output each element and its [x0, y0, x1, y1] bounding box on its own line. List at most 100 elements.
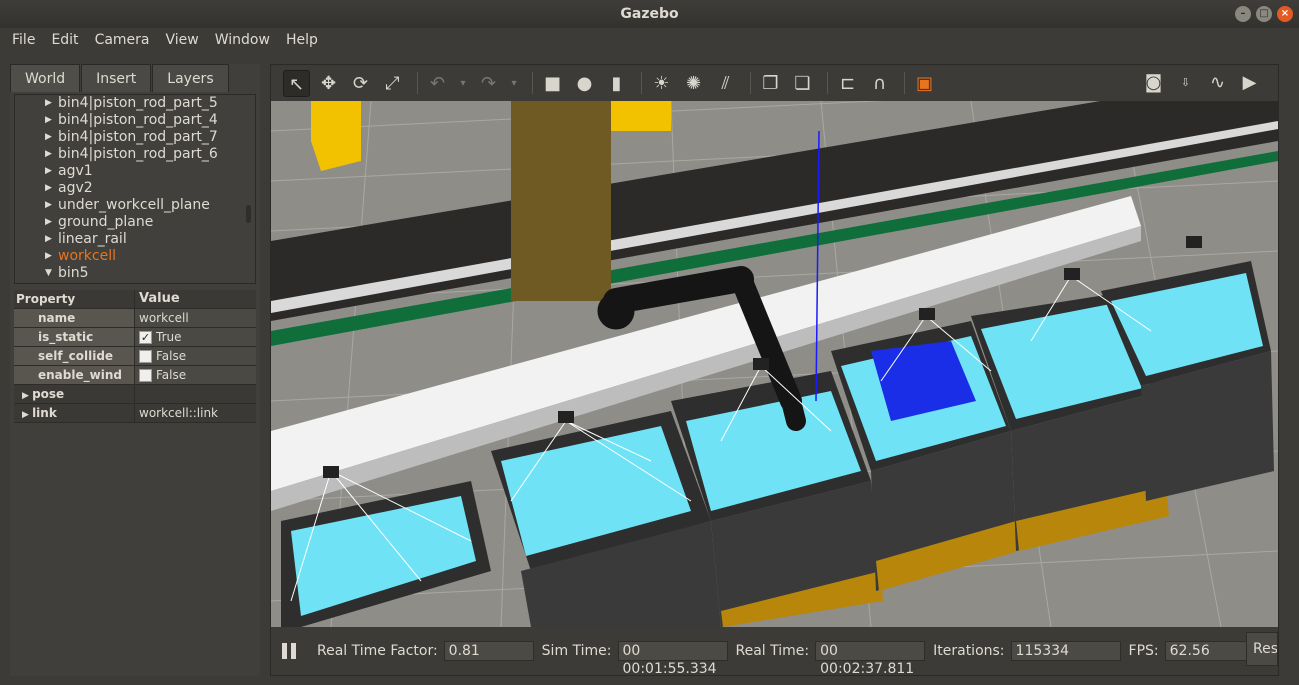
tree-item-label: bin4|piston_rod_part_7 [58, 129, 218, 145]
menu-camera[interactable]: Camera [87, 28, 158, 54]
point-light-icon[interactable]: ☀ [648, 70, 675, 97]
tree-item-label: ground_plane [58, 214, 154, 230]
expand-arrow-icon[interactable]: ▶ [45, 146, 52, 163]
toolbar-divider [532, 72, 533, 94]
tree-item[interactable]: ▶ agv1 [15, 163, 255, 180]
tree-item[interactable]: ▶ ground_plane [15, 214, 255, 231]
toolbar-divider [417, 72, 418, 94]
property-key: is_static [14, 328, 134, 346]
render-viewport: ↖ ✥ ⟳ ⤢ ↶ ▾ ↷ ▾ ■ ● ▮ ☀ ✺ ⫽ ❐ ❏ ⊏ ∩ ▣ ◙ … [270, 64, 1279, 677]
checkbox-checked-icon[interactable]: ✓ [139, 330, 152, 344]
expand-arrow-icon[interactable]: ▶ [45, 129, 52, 146]
plot-icon[interactable]: ∿ [1204, 69, 1231, 96]
toolbar-divider [750, 72, 751, 94]
tree-item[interactable]: ▶ agv2 [15, 180, 255, 197]
paste-icon[interactable]: ❏ [789, 70, 816, 97]
tab-layers[interactable]: Layers [152, 64, 229, 92]
expand-arrow-icon[interactable]: ▶ [45, 163, 52, 180]
property-group-label: pose [32, 387, 65, 401]
property-value-text: workcell [139, 311, 189, 325]
property-value-text: False [156, 349, 187, 363]
view-angle-icon[interactable]: ▣ [911, 70, 938, 97]
window-controls: – □ × [1235, 6, 1293, 22]
floor-marking [611, 101, 671, 131]
log-icon[interactable]: ⇩ [1172, 69, 1199, 96]
tab-insert[interactable]: Insert [81, 64, 152, 92]
maximize-icon[interactable]: □ [1256, 6, 1272, 22]
property-group-key[interactable]: ▶ pose [14, 385, 134, 403]
spot-light-icon[interactable]: ✺ [680, 70, 707, 97]
video-record-icon[interactable]: ▶ [1236, 69, 1263, 96]
reset-button[interactable]: Reset [1246, 632, 1278, 666]
property-row: self_collide False [14, 347, 256, 366]
align-icon[interactable]: ⊏ [834, 70, 861, 97]
expand-arrow-icon[interactable]: ▶ [45, 180, 52, 197]
tree-item[interactable]: ▼ bin5 [15, 265, 255, 282]
property-value-text: False [156, 368, 187, 382]
checkbox-unchecked-icon[interactable] [139, 368, 152, 382]
tree-item[interactable]: ▶ workcell [15, 248, 255, 265]
copy-icon[interactable]: ❐ [757, 70, 784, 97]
property-group-row[interactable]: ▶ link workcell::link [14, 404, 256, 423]
pause-icon[interactable] [279, 641, 299, 661]
property-row: name workcell [14, 309, 256, 328]
expand-arrow-icon[interactable]: ▶ [45, 231, 52, 248]
menu-file[interactable]: File [4, 28, 43, 54]
scale-icon[interactable]: ⤢ [379, 70, 406, 97]
box-icon[interactable]: ■ [539, 70, 566, 97]
cylinder-icon[interactable]: ▮ [603, 70, 630, 97]
expand-arrow-icon[interactable]: ▶ [45, 112, 52, 129]
tree-item[interactable]: ▶ bin4|piston_rod_part_5 [15, 95, 255, 112]
model-tree[interactable]: ▶ bin4|piston_rod_part_5 ▶ bin4|piston_rod_… [14, 94, 256, 284]
property-group-value [134, 385, 256, 403]
rotate-icon[interactable]: ⟳ [347, 70, 374, 97]
undo-dropdown-icon[interactable]: ▾ [456, 70, 470, 97]
property-value[interactable]: False [134, 347, 256, 365]
fps-value: 62.56 [1164, 641, 1255, 661]
minimize-icon[interactable]: – [1235, 6, 1251, 22]
close-icon[interactable]: × [1277, 6, 1293, 22]
tree-scrollbar[interactable] [246, 205, 251, 223]
floor-marking [311, 101, 361, 171]
expand-arrow-icon[interactable]: ▶ [45, 95, 52, 112]
property-row: enable_wind False [14, 366, 256, 385]
menu-edit[interactable]: Edit [43, 28, 86, 54]
snap-icon[interactable]: ∩ [866, 70, 893, 97]
redo-dropdown-icon[interactable]: ▾ [507, 70, 521, 97]
expand-arrow-icon[interactable]: ▶ [22, 410, 32, 420]
expand-arrow-icon[interactable]: ▶ [22, 391, 32, 401]
redo-icon[interactable]: ↷ [475, 70, 502, 97]
property-value[interactable]: ✓ True [134, 328, 256, 346]
tab-world[interactable]: World [10, 64, 81, 92]
menu-view[interactable]: View [158, 28, 207, 54]
tree-item[interactable]: ▶ bin4|piston_rod_part_7 [15, 129, 255, 146]
expand-arrow-icon[interactable]: ▶ [45, 197, 52, 214]
scene-toolbar: ↖ ✥ ⟳ ⤢ ↶ ▾ ↷ ▾ ■ ● ▮ ☀ ✺ ⫽ ❐ ❏ ⊏ ∩ ▣ ◙ … [271, 65, 1278, 101]
select-icon[interactable]: ↖ [283, 69, 310, 97]
collapse-arrow-icon[interactable]: ▼ [45, 265, 52, 282]
undo-icon[interactable]: ↶ [424, 70, 451, 97]
left-tabs: World Insert Layers [10, 64, 230, 92]
sim-time-label: Sim Time: [541, 643, 612, 659]
screenshot-icon[interactable]: ◙ [1140, 69, 1167, 96]
expand-arrow-icon[interactable]: ▶ [45, 214, 52, 231]
menu-window[interactable]: Window [207, 28, 278, 54]
iterations-value: 115334 [1010, 641, 1121, 661]
property-group-row[interactable]: ▶ pose [14, 385, 256, 404]
toolbar-right: ◙ ⇩ ∿ ▶ [1140, 69, 1268, 96]
tree-item[interactable]: ▶ bin4|piston_rod_part_6 [15, 146, 255, 163]
property-header-row: Property Value [14, 290, 256, 309]
property-group-key[interactable]: ▶ link [14, 404, 134, 422]
tree-item[interactable]: ▶ linear_rail [15, 231, 255, 248]
sphere-icon[interactable]: ● [571, 70, 598, 97]
checkbox-unchecked-icon[interactable] [139, 349, 152, 363]
property-value[interactable]: False [134, 366, 256, 384]
menu-help[interactable]: Help [278, 28, 326, 54]
expand-arrow-icon[interactable]: ▶ [45, 248, 52, 265]
3d-scene[interactable] [271, 101, 1278, 627]
directional-light-icon[interactable]: ⫽ [712, 70, 739, 97]
property-key: self_collide [14, 347, 134, 365]
tree-item[interactable]: ▶ under_workcell_plane [15, 197, 255, 214]
tree-item[interactable]: ▶ bin4|piston_rod_part_4 [15, 112, 255, 129]
translate-icon[interactable]: ✥ [315, 70, 342, 97]
